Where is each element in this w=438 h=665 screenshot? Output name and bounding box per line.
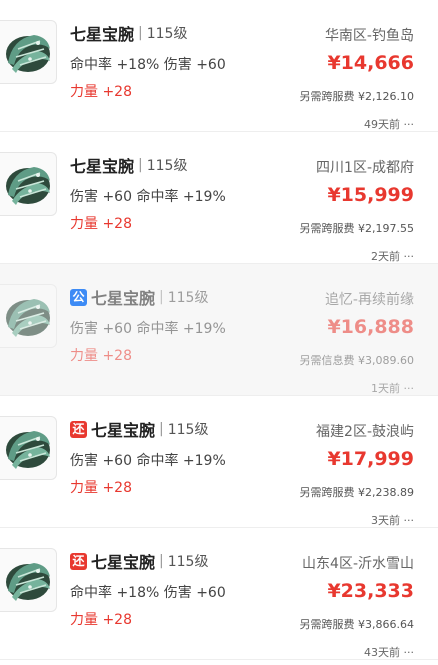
item-price: ¥14,666 xyxy=(327,52,414,74)
separator: | xyxy=(159,289,164,305)
title-row: 还 七星宝腕 | 115级 xyxy=(70,418,208,440)
bracer-item-icon[interactable] xyxy=(0,416,57,480)
item-bonus: 力量 +28 xyxy=(70,348,132,364)
title-row: 七星宝腕 | 115级 xyxy=(70,154,187,176)
item-bonus: 力量 +28 xyxy=(70,612,132,628)
item-stats: 命中率 +18% 伤害 +60 xyxy=(70,57,226,73)
item-title: 七星宝腕 xyxy=(91,553,156,572)
separator: | xyxy=(159,553,164,569)
title-row: 公 七星宝腕 | 115级 xyxy=(70,286,208,308)
listing-time[interactable]: 49天前 ··· xyxy=(364,116,414,132)
listing-item[interactable]: 七星宝腕 | 115级 伤害 +60 命中率 +19% 力量 +28 四川1区-… xyxy=(0,132,438,264)
item-stats: 伤害 +60 命中率 +19% xyxy=(70,189,226,205)
listing-item[interactable]: 还 七星宝腕 | 115级 伤害 +60 命中率 +19% 力量 +28 福建2… xyxy=(0,396,438,528)
item-title: 七星宝腕 xyxy=(91,421,156,440)
extra-fee: 另需跨服费 ¥3,866.64 xyxy=(299,618,414,631)
separator: | xyxy=(138,157,143,173)
item-bonus: 力量 +28 xyxy=(70,84,132,100)
item-price: ¥15,999 xyxy=(327,184,414,206)
item-price: ¥16,888 xyxy=(327,316,414,338)
extra-fee: 另需信息费 ¥3,089.60 xyxy=(299,354,414,367)
listing-time[interactable]: 3天前 ··· xyxy=(371,512,414,528)
return-badge-icon: 还 xyxy=(70,552,87,570)
listing-time[interactable]: 43天前 ··· xyxy=(364,644,414,660)
listing-time[interactable]: 2天前 ··· xyxy=(371,248,414,264)
item-price: ¥17,999 xyxy=(327,448,414,470)
item-bonus: 力量 +28 xyxy=(70,216,132,232)
item-title: 七星宝腕 xyxy=(70,25,135,44)
item-level: 115级 xyxy=(167,554,209,570)
item-stats: 伤害 +60 命中率 +19% xyxy=(70,453,226,469)
title-row: 还 七星宝腕 | 115级 xyxy=(70,550,208,572)
item-level: 115级 xyxy=(167,422,209,438)
item-stats: 命中率 +18% 伤害 +60 xyxy=(70,585,226,601)
item-title: 七星宝腕 xyxy=(91,289,156,308)
bracer-item-icon[interactable] xyxy=(0,548,57,612)
separator: | xyxy=(159,421,164,437)
listing-item[interactable]: 七星宝腕 | 115级 命中率 +18% 伤害 +60 力量 +28 华南区-钓… xyxy=(0,0,438,132)
server-name: 追忆-再续前缘 xyxy=(324,292,414,308)
public-badge-icon: 公 xyxy=(70,288,87,306)
item-level: 115级 xyxy=(146,26,188,42)
server-name: 华南区-钓鱼岛 xyxy=(324,28,414,44)
title-row: 七星宝腕 | 115级 xyxy=(70,22,187,44)
server-name: 四川1区-成都府 xyxy=(316,160,414,176)
listing-item[interactable]: 还 七星宝腕 | 115级 命中率 +18% 伤害 +60 力量 +28 山东4… xyxy=(0,528,438,660)
item-title: 七星宝腕 xyxy=(70,157,135,176)
item-bonus: 力量 +28 xyxy=(70,480,132,496)
server-name: 山东4区-沂水雪山 xyxy=(302,556,414,572)
return-badge-icon: 还 xyxy=(70,420,87,438)
bracer-item-icon[interactable] xyxy=(0,284,57,348)
extra-fee: 另需跨服费 ¥2,126.10 xyxy=(299,90,414,103)
server-name: 福建2区-鼓浪屿 xyxy=(316,424,414,440)
bracer-item-icon[interactable] xyxy=(0,152,57,216)
bracer-item-icon[interactable] xyxy=(0,20,57,84)
listing-item[interactable]: 公 七星宝腕 | 115级 伤害 +60 命中率 +19% 力量 +28 追忆-… xyxy=(0,264,438,396)
extra-fee: 另需跨服费 ¥2,238.89 xyxy=(299,486,414,499)
listing-list: 七星宝腕 | 115级 命中率 +18% 伤害 +60 力量 +28 华南区-钓… xyxy=(0,0,438,660)
extra-fee: 另需跨服费 ¥2,197.55 xyxy=(299,222,414,235)
listing-time[interactable]: 1天前 ··· xyxy=(371,380,414,396)
separator: | xyxy=(138,25,143,41)
item-price: ¥23,333 xyxy=(327,580,414,602)
item-level: 115级 xyxy=(167,290,209,306)
item-stats: 伤害 +60 命中率 +19% xyxy=(70,321,226,337)
item-level: 115级 xyxy=(146,158,188,174)
